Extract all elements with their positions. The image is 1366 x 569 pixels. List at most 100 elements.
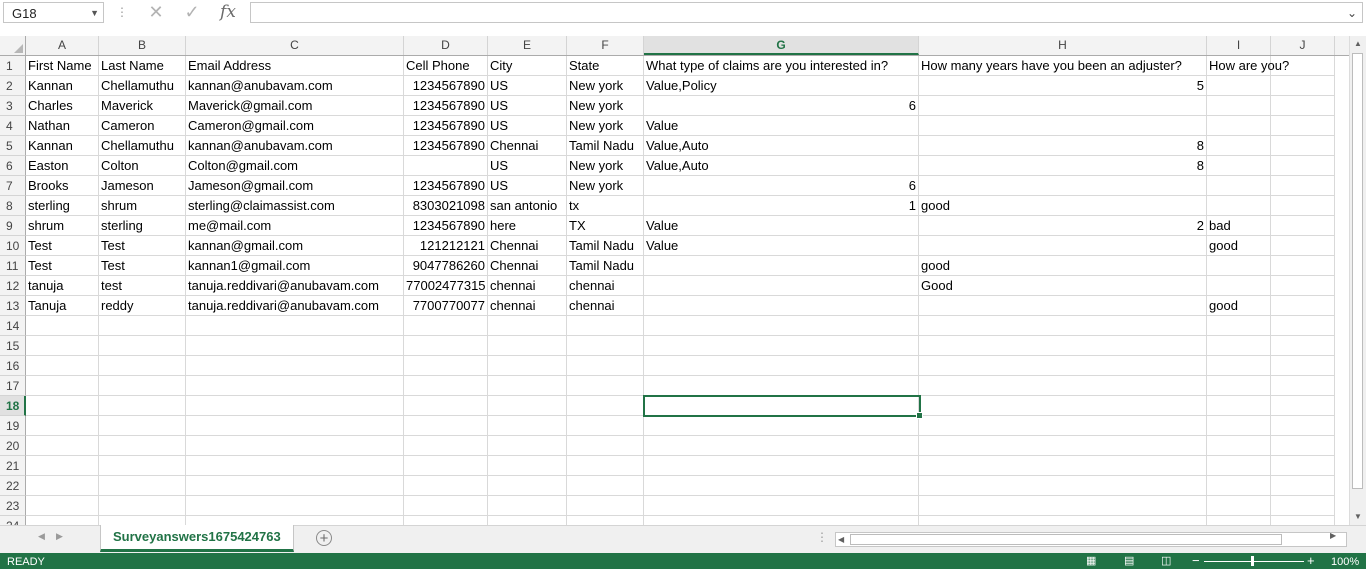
horizontal-scroll-thumb[interactable] — [850, 534, 1282, 545]
cell-i17[interactable] — [1207, 376, 1271, 396]
cell-e19[interactable] — [488, 416, 567, 436]
cell-b4[interactable]: Cameron — [99, 116, 186, 136]
cell-d3[interactable]: 1234567890 — [404, 96, 488, 116]
cell-j7[interactable] — [1271, 176, 1335, 196]
page-break-view-icon[interactable]: ◫ — [1161, 554, 1171, 568]
cell-g19[interactable] — [644, 416, 919, 436]
cell-h14[interactable] — [919, 316, 1207, 336]
row-header[interactable]: 23 — [0, 496, 26, 516]
row-header[interactable]: 16 — [0, 356, 26, 376]
cell-g13[interactable] — [644, 296, 919, 316]
cell-i21[interactable] — [1207, 456, 1271, 476]
cell-i18[interactable] — [1207, 396, 1271, 416]
zoom-level[interactable]: 100% — [1331, 555, 1359, 569]
cell-a8[interactable]: sterling — [26, 196, 99, 216]
cell-b8[interactable]: shrum — [99, 196, 186, 216]
cell-h7[interactable] — [919, 176, 1207, 196]
cancel-icon[interactable]: ✕ — [144, 1, 168, 23]
vertical-scroll-thumb[interactable] — [1352, 53, 1363, 489]
cell-a10[interactable]: Test — [26, 236, 99, 256]
cell-c13[interactable]: tanuja.reddivari@anubavam.com — [186, 296, 404, 316]
cell-g15[interactable] — [644, 336, 919, 356]
zoom-out-icon[interactable]: − — [1192, 553, 1200, 568]
cell-c17[interactable] — [186, 376, 404, 396]
cell-j17[interactable] — [1271, 376, 1335, 396]
row-header[interactable]: 18 — [0, 396, 26, 416]
cell-e9[interactable]: here — [488, 216, 567, 236]
cell-e16[interactable] — [488, 356, 567, 376]
row-header[interactable]: 14 — [0, 316, 26, 336]
cell-d23[interactable] — [404, 496, 488, 516]
cell-i20[interactable] — [1207, 436, 1271, 456]
cell-a7[interactable]: Brooks — [26, 176, 99, 196]
cell-b15[interactable] — [99, 336, 186, 356]
cell-g14[interactable] — [644, 316, 919, 336]
column-header-d[interactable]: D — [404, 36, 488, 55]
cell-g5[interactable]: Value,Auto — [644, 136, 919, 156]
cell-j23[interactable] — [1271, 496, 1335, 516]
cell-j14[interactable] — [1271, 316, 1335, 336]
row-header[interactable]: 4 — [0, 116, 26, 136]
cell-a18[interactable] — [26, 396, 99, 416]
row-header[interactable]: 21 — [0, 456, 26, 476]
cell-a14[interactable] — [26, 316, 99, 336]
cell-i5[interactable] — [1207, 136, 1271, 156]
cell-i9[interactable]: bad — [1207, 216, 1271, 236]
row-header[interactable]: 10 — [0, 236, 26, 256]
cell-c10[interactable]: kannan@gmail.com — [186, 236, 404, 256]
cell-b19[interactable] — [99, 416, 186, 436]
cell-h5[interactable]: 8 — [919, 136, 1207, 156]
cell-h21[interactable] — [919, 456, 1207, 476]
cell-g3[interactable]: 6 — [644, 96, 919, 116]
next-sheet-icon[interactable]: ▶ — [56, 531, 63, 542]
cell-h17[interactable] — [919, 376, 1207, 396]
cell-a21[interactable] — [26, 456, 99, 476]
cell-b14[interactable] — [99, 316, 186, 336]
cell-g16[interactable] — [644, 356, 919, 376]
cell-d9[interactable]: 1234567890 — [404, 216, 488, 236]
cell-d19[interactable] — [404, 416, 488, 436]
cell-i22[interactable] — [1207, 476, 1271, 496]
cell-d17[interactable] — [404, 376, 488, 396]
cell-h8[interactable]: good — [919, 196, 1207, 216]
cell-f7[interactable]: New york — [567, 176, 644, 196]
cell-c20[interactable] — [186, 436, 404, 456]
cell-g6[interactable]: Value,Auto — [644, 156, 919, 176]
cell-a9[interactable]: shrum — [26, 216, 99, 236]
cell-j6[interactable] — [1271, 156, 1335, 176]
cell-c4[interactable]: Cameron@gmail.com — [186, 116, 404, 136]
cell-d12[interactable]: 77002477315 — [404, 276, 488, 296]
column-header-g[interactable]: G — [644, 36, 919, 55]
cell-f8[interactable]: tx — [567, 196, 644, 216]
cell-j16[interactable] — [1271, 356, 1335, 376]
cell-b23[interactable] — [99, 496, 186, 516]
cell-c19[interactable] — [186, 416, 404, 436]
cell-a24[interactable] — [26, 516, 99, 525]
row-header[interactable]: 12 — [0, 276, 26, 296]
cell-e12[interactable]: chennai — [488, 276, 567, 296]
cell-f21[interactable] — [567, 456, 644, 476]
zoom-in-icon[interactable]: + — [1307, 553, 1315, 568]
cell-h23[interactable] — [919, 496, 1207, 516]
cell-j1[interactable] — [1271, 56, 1335, 76]
cell-c12[interactable]: tanuja.reddivari@anubavam.com — [186, 276, 404, 296]
cell-d7[interactable]: 1234567890 — [404, 176, 488, 196]
cell-a22[interactable] — [26, 476, 99, 496]
cell-d6[interactable] — [404, 156, 488, 176]
cell-h20[interactable] — [919, 436, 1207, 456]
zoom-slider[interactable] — [1204, 561, 1304, 562]
cell-g17[interactable] — [644, 376, 919, 396]
cell-j18[interactable] — [1271, 396, 1335, 416]
cell-c18[interactable] — [186, 396, 404, 416]
cell-a3[interactable]: Charles — [26, 96, 99, 116]
row-header[interactable]: 5 — [0, 136, 26, 156]
expand-formula-bar-icon[interactable]: ⌄ — [1347, 4, 1362, 23]
row-header[interactable]: 2 — [0, 76, 26, 96]
enter-icon[interactable]: ✓ — [180, 1, 204, 23]
cell-f24[interactable] — [567, 516, 644, 525]
cell-e2[interactable]: US — [488, 76, 567, 96]
cell-i19[interactable] — [1207, 416, 1271, 436]
cell-j3[interactable] — [1271, 96, 1335, 116]
cell-d18[interactable] — [404, 396, 488, 416]
row-header[interactable]: 9 — [0, 216, 26, 236]
